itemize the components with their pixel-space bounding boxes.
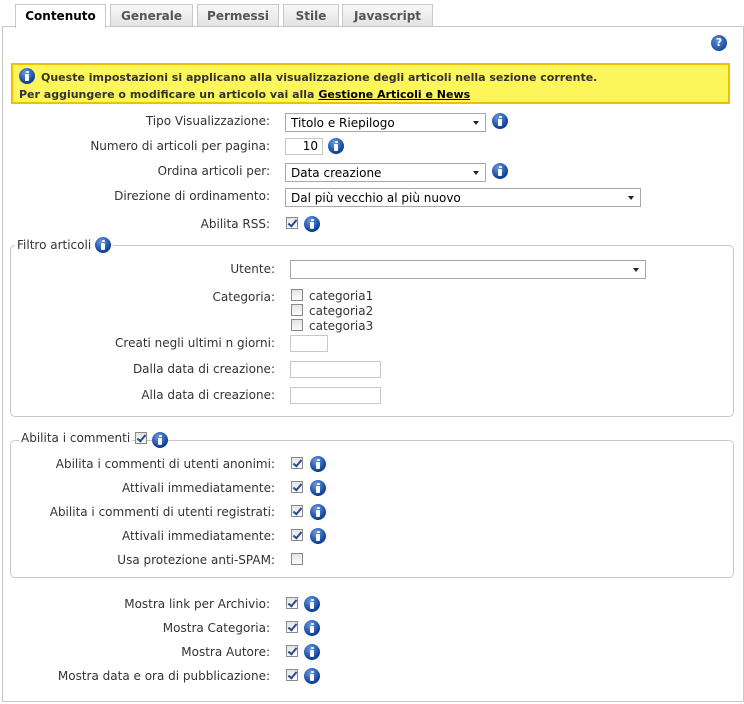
direzione-select[interactable]: Dal più vecchio al più nuovo xyxy=(285,188,641,207)
attivali-anonimi-checkbox[interactable] xyxy=(291,481,303,493)
tipo-visualizzazione-value: Titolo e Riepilogo xyxy=(291,116,395,130)
dalla-data-label: Dalla data di creazione: xyxy=(132,362,275,376)
categoria2-checkbox[interactable] xyxy=(291,304,303,316)
categoria1-checkbox[interactable] xyxy=(291,289,303,301)
ordina-per-value: Data creazione xyxy=(291,166,382,180)
mostra-autore-checkbox[interactable] xyxy=(286,645,298,657)
alla-data-input[interactable] xyxy=(290,387,381,404)
info-icon[interactable] xyxy=(310,480,326,496)
utente-select[interactable] xyxy=(290,260,646,279)
gestione-articoli-link[interactable]: Gestione Articoli e News xyxy=(318,88,470,101)
info-icon[interactable] xyxy=(310,504,326,520)
mostra-data-checkbox[interactable] xyxy=(286,669,298,681)
notice-line1: Queste impostazioni si applicano alla vi… xyxy=(41,71,598,84)
filtro-articoli-legend: Filtro articoli xyxy=(15,237,113,253)
categoria-label: Categoria: xyxy=(212,290,275,304)
commenti-registrati-label: Abilita i commenti di utenti registrati: xyxy=(49,505,275,519)
tipo-visualizzazione-select[interactable]: Titolo e Riepilogo xyxy=(285,113,486,132)
mostra-categoria-checkbox[interactable] xyxy=(286,621,298,633)
mostra-categoria-label: Mostra Categoria: xyxy=(162,621,270,635)
notice-line2: Per aggiungere o modificare un articolo … xyxy=(19,88,315,101)
tab-permessi[interactable]: Permessi xyxy=(197,4,279,27)
chevron-down-icon xyxy=(473,121,479,125)
anti-spam-checkbox[interactable] xyxy=(291,553,303,565)
mostra-autore-label: Mostra Autore: xyxy=(181,645,270,659)
commenti-legend-text: Abilita i commenti xyxy=(21,431,131,445)
attivali-registrati-label: Attivali immediatamente: xyxy=(122,529,275,543)
info-icon xyxy=(19,68,35,84)
commenti-registrati-checkbox[interactable] xyxy=(291,505,303,517)
categoria3-checkbox[interactable] xyxy=(291,319,303,331)
info-notice: Queste impostazioni si applicano alla vi… xyxy=(11,63,730,104)
chevron-down-icon xyxy=(633,268,639,272)
abilita-rss-label: Abilita RSS: xyxy=(200,217,270,231)
ordina-per-select[interactable]: Data creazione xyxy=(285,163,486,182)
numero-articoli-input[interactable]: 10 xyxy=(285,138,323,155)
info-icon[interactable] xyxy=(310,456,326,472)
commenti-legend: Abilita i commenti xyxy=(19,431,133,445)
info-icon[interactable] xyxy=(304,620,320,636)
question-icon[interactable]: ? xyxy=(711,35,727,51)
abilita-commenti-checkbox[interactable] xyxy=(135,432,147,444)
info-icon[interactable] xyxy=(304,668,320,684)
ultimi-giorni-label: Creati negli ultimi n giorni: xyxy=(115,336,275,350)
dalla-data-input[interactable] xyxy=(290,361,381,378)
categoria2-label: categoria2 xyxy=(309,304,374,318)
info-icon[interactable] xyxy=(304,596,320,612)
attivali-registrati-checkbox[interactable] xyxy=(291,529,303,541)
chevron-down-icon xyxy=(628,196,634,200)
info-icon[interactable] xyxy=(95,237,111,253)
ordina-per-label: Ordina articoli per: xyxy=(157,164,270,178)
tipo-visualizzazione-label: Tipo Visualizzazione: xyxy=(145,114,270,128)
anti-spam-label: Usa protezione anti-SPAM: xyxy=(117,553,275,567)
commenti-anonimi-label: Abilita i commenti di utenti anonimi: xyxy=(55,457,275,471)
mostra-archivio-label: Mostra link per Archivio: xyxy=(124,597,270,611)
categoria1-label: categoria1 xyxy=(309,289,374,303)
attivali-anonimi-label: Attivali immediatamente: xyxy=(122,481,275,495)
info-icon[interactable] xyxy=(304,216,320,232)
abilita-rss-checkbox[interactable] xyxy=(286,217,298,229)
ultimi-giorni-input[interactable] xyxy=(290,335,328,352)
tab-stile[interactable]: Stile xyxy=(283,4,339,27)
direzione-value: Dal più vecchio al più nuovo xyxy=(291,191,461,205)
info-icon[interactable] xyxy=(492,113,508,129)
mostra-data-label: Mostra data e ora di pubblicazione: xyxy=(57,669,270,683)
info-icon[interactable] xyxy=(310,528,326,544)
utente-label: Utente: xyxy=(230,262,275,276)
filtro-legend-text: Filtro articoli xyxy=(17,238,92,252)
info-icon[interactable] xyxy=(304,644,320,660)
info-icon[interactable] xyxy=(492,163,508,179)
info-icon[interactable] xyxy=(152,432,168,448)
alla-data-label: Alla data di creazione: xyxy=(141,388,275,402)
tab-contenuto[interactable]: Contenuto xyxy=(15,4,106,28)
commenti-anonimi-checkbox[interactable] xyxy=(291,457,303,469)
tab-bar: Contenuto Generale Permessi Stile Javasc… xyxy=(0,0,744,28)
numero-articoli-label: Numero di articoli per pagina: xyxy=(90,139,270,153)
info-icon[interactable] xyxy=(328,138,344,154)
tab-generale[interactable]: Generale xyxy=(110,4,193,27)
direzione-label: Direzione di ordinamento: xyxy=(114,189,270,203)
tab-javascript[interactable]: Javascript xyxy=(342,4,433,27)
mostra-archivio-checkbox[interactable] xyxy=(286,597,298,609)
categoria3-label: categoria3 xyxy=(309,319,374,333)
chevron-down-icon xyxy=(473,171,479,175)
